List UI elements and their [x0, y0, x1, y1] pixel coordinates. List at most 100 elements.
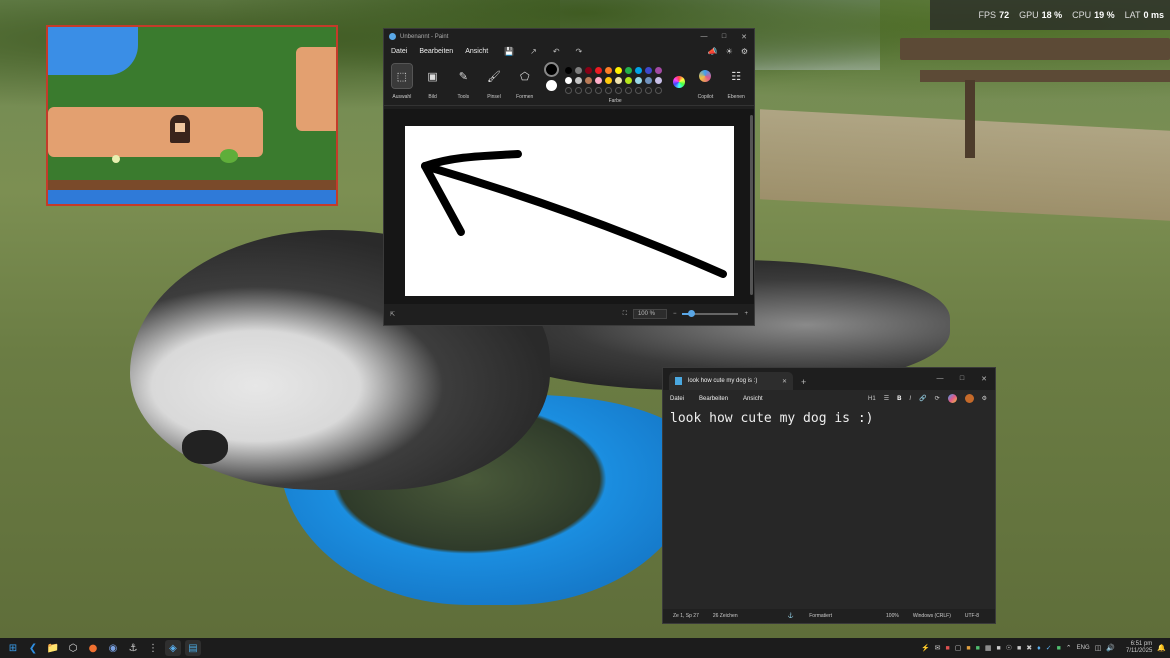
- color-swatch[interactable]: [564, 67, 572, 74]
- copilot-button[interactable]: Copilot: [692, 64, 720, 100]
- theme-icon[interactable]: ☀: [726, 47, 733, 56]
- save-icon[interactable]: 💾: [504, 47, 514, 56]
- settings-gear-icon[interactable]: ⚙: [982, 395, 987, 402]
- color-swatch[interactable]: [654, 67, 662, 74]
- custom-color-slot[interactable]: [584, 87, 592, 94]
- taskbar-clock[interactable]: 6:51 pm 7/11/2025: [1126, 641, 1152, 655]
- menu-bearbeiten[interactable]: Bearbeiten: [419, 48, 453, 55]
- tray-app-icon[interactable]: ■: [946, 645, 950, 652]
- close-icon[interactable]: ✕: [734, 33, 754, 41]
- tray-app-icon[interactable]: ✓: [1046, 644, 1052, 652]
- color-swatch[interactable]: [574, 67, 582, 74]
- menu-datei[interactable]: Datei: [670, 396, 684, 402]
- heading-dropdown[interactable]: H1: [868, 396, 876, 402]
- notification-bell-icon[interactable]: 🔔: [1157, 644, 1166, 652]
- menu-datei[interactable]: Datei: [391, 48, 407, 55]
- tray-app-icon[interactable]: ■: [1057, 645, 1061, 652]
- bold-button[interactable]: B: [897, 396, 901, 402]
- color-swatch[interactable]: [604, 77, 612, 84]
- settings-gear-icon[interactable]: ⚙: [741, 47, 748, 56]
- custom-color-slot[interactable]: [644, 87, 652, 94]
- paint-titlebar[interactable]: Unbenannt - Paint — □ ✕: [384, 29, 754, 44]
- layers-button[interactable]: ☷ Ebenen: [722, 64, 750, 101]
- color-swatch[interactable]: [574, 77, 582, 84]
- tray-app-icon[interactable]: ■: [996, 645, 1000, 652]
- steam-icon[interactable]: ⚓: [125, 640, 141, 656]
- account-avatar[interactable]: [964, 394, 974, 403]
- custom-color-slot[interactable]: [594, 87, 602, 94]
- zoom-dropdown[interactable]: 100 %: [632, 309, 667, 319]
- bluetooth-icon[interactable]: ♦: [1037, 645, 1041, 652]
- vscode-icon[interactable]: ❮: [25, 640, 41, 656]
- color-swatch[interactable]: [594, 77, 602, 84]
- clear-format-icon[interactable]: ⟳: [935, 395, 940, 402]
- maximize-icon[interactable]: □: [951, 375, 973, 383]
- terminal-icon[interactable]: ⋮: [145, 640, 161, 656]
- file-explorer-icon[interactable]: 📁: [45, 640, 61, 656]
- undo-icon[interactable]: ↶: [553, 47, 560, 56]
- color-swatch[interactable]: [594, 67, 602, 74]
- tools-button[interactable]: ✎ Tools: [449, 64, 477, 101]
- tray-app-icon[interactable]: ▦: [985, 644, 992, 652]
- zoom-level[interactable]: 100%: [886, 613, 899, 619]
- zoom-in-icon[interactable]: +: [744, 311, 748, 317]
- tray-app-icon[interactable]: ■: [1017, 645, 1021, 652]
- close-tab-icon[interactable]: ✕: [782, 378, 787, 385]
- color-swatch[interactable]: [604, 67, 612, 74]
- color-swatch[interactable]: [644, 67, 652, 74]
- secondary-color-swatch[interactable]: [545, 80, 557, 91]
- volume-icon[interactable]: 🔊: [1106, 644, 1115, 652]
- custom-color-slot[interactable]: [604, 87, 612, 94]
- color-swatch[interactable]: [614, 67, 622, 74]
- custom-color-slot[interactable]: [624, 87, 632, 94]
- menu-bearbeiten[interactable]: Bearbeiten: [699, 396, 728, 402]
- custom-color-slot[interactable]: [614, 87, 622, 94]
- network-icon[interactable]: ◫: [1095, 644, 1102, 652]
- brush-button[interactable]: 🖌 Pinsel: [480, 64, 508, 101]
- notepad-taskbar-icon[interactable]: ▤: [185, 640, 201, 656]
- color-swatch[interactable]: [634, 67, 642, 74]
- tray-app-icon[interactable]: ▢: [955, 644, 962, 652]
- custom-color-slot[interactable]: [564, 87, 572, 94]
- list-icon[interactable]: ☰: [884, 395, 889, 402]
- announce-icon[interactable]: 📣: [708, 47, 718, 56]
- chevron-up-icon[interactable]: ⌃: [1066, 644, 1072, 652]
- browser-icon[interactable]: ◈: [165, 640, 181, 656]
- tray-app-icon[interactable]: ⚡: [921, 644, 930, 652]
- color-swatch[interactable]: [624, 77, 632, 84]
- color-swatch[interactable]: [564, 77, 572, 84]
- share-icon[interactable]: ↗: [530, 47, 537, 56]
- redo-icon[interactable]: ↷: [576, 47, 583, 56]
- game-window[interactable]: [46, 25, 338, 206]
- notepad-window[interactable]: look how cute my dog is :) ✕ + — □ ✕ Dat…: [662, 367, 996, 624]
- paint-window[interactable]: Unbenannt - Paint — □ ✕ Datei Bearbeiten…: [383, 28, 755, 326]
- shapes-button[interactable]: ⬠ Formen: [511, 64, 539, 101]
- color-swatch[interactable]: [614, 77, 622, 84]
- firefox-icon[interactable]: ●: [85, 640, 101, 656]
- color-swatch[interactable]: [624, 67, 632, 74]
- color-picker-icon[interactable]: [672, 76, 685, 88]
- link-icon[interactable]: 🔗: [919, 395, 926, 402]
- language-indicator[interactable]: ENG: [1077, 645, 1090, 651]
- image-tool-button[interactable]: ▣ Bild: [419, 64, 447, 101]
- windows-start-icon[interactable]: ⊞: [5, 640, 21, 656]
- custom-color-slot[interactable]: [574, 87, 582, 94]
- tray-app-icon[interactable]: ✖: [1026, 644, 1032, 652]
- custom-color-slot[interactable]: [654, 87, 662, 94]
- zoom-out-icon[interactable]: −: [673, 311, 677, 317]
- notepad-tab[interactable]: look how cute my dog is :) ✕: [669, 372, 793, 390]
- copilot-icon[interactable]: [947, 394, 957, 403]
- encoding[interactable]: UTF-8: [965, 613, 979, 619]
- tray-app-icon[interactable]: ■: [976, 645, 980, 652]
- color-swatch[interactable]: [644, 77, 652, 84]
- minimize-icon[interactable]: —: [929, 375, 951, 383]
- app-icon[interactable]: ◉: [105, 640, 121, 656]
- canvas-scrollbar[interactable]: [750, 115, 753, 295]
- zoom-slider-knob[interactable]: [687, 310, 695, 317]
- italic-button[interactable]: I: [909, 396, 911, 402]
- tray-app-icon[interactable]: ■: [966, 645, 970, 652]
- drawing-canvas[interactable]: [405, 126, 734, 296]
- format-indicator[interactable]: ⚓ Formatiert: [788, 613, 846, 619]
- new-tab-icon[interactable]: +: [801, 377, 806, 387]
- color-swatch[interactable]: [584, 67, 592, 74]
